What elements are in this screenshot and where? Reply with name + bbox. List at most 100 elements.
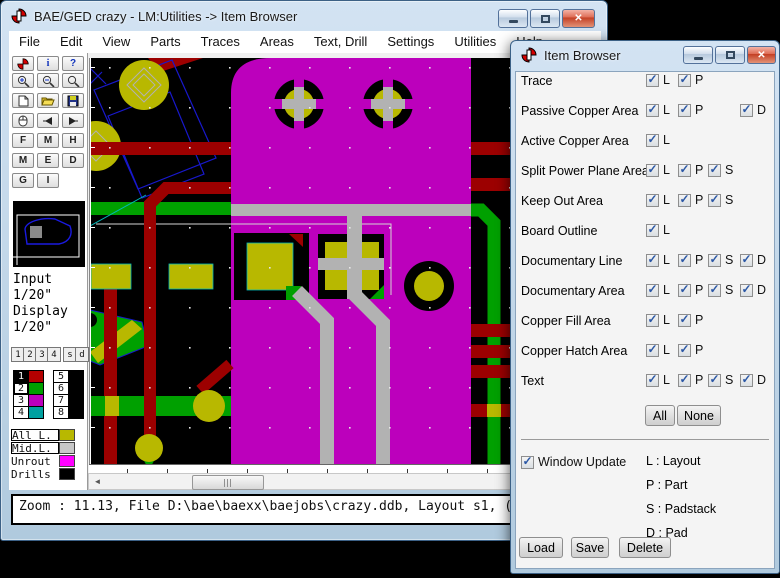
checkbox-l-copper-hatch-area[interactable] (646, 344, 659, 357)
checkbox-p-trace[interactable] (678, 74, 691, 87)
menu-text-drill[interactable]: Text, Drill (304, 31, 377, 53)
layer-color-swatch-7[interactable] (69, 395, 83, 406)
new-file-icon[interactable] (12, 93, 34, 108)
layer-number-2[interactable]: 2 (14, 383, 28, 394)
layer-class-label[interactable]: Mid.L. (11, 442, 59, 454)
checkbox-p-passive-copper-area[interactable] (678, 104, 691, 117)
delete-button[interactable]: Delete (619, 537, 671, 558)
checkbox-d-documentary-area[interactable] (740, 284, 753, 297)
menu-settings[interactable]: Settings (377, 31, 444, 53)
info-icon[interactable]: i (37, 56, 59, 71)
checkbox-l-active-copper-area[interactable] (646, 134, 659, 147)
checkbox-d-text[interactable] (740, 374, 753, 387)
layer-class-swatch[interactable] (59, 429, 75, 441)
checkbox-p-documentary-area[interactable] (678, 284, 691, 297)
checkbox-l-documentary-line[interactable] (646, 254, 659, 267)
layer-number-3[interactable]: 3 (14, 395, 28, 406)
layer-color-swatch-2[interactable] (29, 383, 43, 394)
layer-color-swatch-3[interactable] (29, 395, 43, 406)
checkbox-s-documentary-line[interactable] (708, 254, 721, 267)
checkbox-l-split-power-plane-area[interactable] (646, 164, 659, 177)
zoom-window-icon[interactable] (62, 73, 84, 88)
help-icon[interactable]: ? (62, 56, 84, 71)
checkbox-p-keep-out-area[interactable] (678, 194, 691, 207)
save-button[interactable]: Save (571, 537, 609, 558)
checkbox-p-copper-fill-area[interactable] (678, 314, 691, 327)
layer-color-swatch-6[interactable] (69, 383, 83, 394)
layer-number-7[interactable]: 7 (54, 395, 68, 406)
horizontal-scrollbar[interactable]: ◄ (88, 473, 511, 490)
tool-button-m2[interactable]: M (12, 153, 34, 168)
layer-number-4[interactable]: 4 (14, 407, 28, 418)
checkbox-l-board-outline[interactable] (646, 224, 659, 237)
checkbox-l-documentary-area[interactable] (646, 284, 659, 297)
checkbox-s-keep-out-area[interactable] (708, 194, 721, 207)
checkbox-p-documentary-line[interactable] (678, 254, 691, 267)
layer-class-label[interactable]: All L. (11, 429, 59, 441)
dialog-close-button[interactable]: ✕ (747, 46, 776, 64)
scrollbar-thumb[interactable] (192, 475, 264, 490)
overview-panel[interactable] (13, 201, 85, 267)
maximize-button[interactable] (530, 9, 560, 28)
open-file-icon[interactable] (37, 93, 59, 108)
layer-class-label[interactable]: Drills (11, 468, 59, 480)
checkbox-l-text[interactable] (646, 374, 659, 387)
layer-color-swatch-4[interactable] (29, 407, 43, 418)
layer-class-swatch[interactable] (59, 442, 75, 454)
grid-button-4[interactable]: 4 (47, 347, 61, 362)
dialog-minimize-button[interactable] (683, 46, 713, 64)
checkbox-s-text[interactable] (708, 374, 721, 387)
grid-button-d[interactable]: d (75, 347, 89, 362)
menu-edit[interactable]: Edit (50, 31, 92, 53)
layer-class-swatch[interactable] (59, 468, 75, 480)
layer-class-label[interactable]: Unrout (11, 455, 59, 467)
tool-button-d[interactable]: D (62, 153, 84, 168)
menu-utilities[interactable]: Utilities (444, 31, 506, 53)
layer-color-swatch-8[interactable] (69, 407, 83, 418)
checkbox-p-copper-hatch-area[interactable] (678, 344, 691, 357)
minimize-button[interactable] (498, 9, 528, 28)
prev-arrow-icon[interactable] (37, 113, 59, 128)
window-update-checkbox[interactable] (521, 456, 534, 469)
menu-traces[interactable]: Traces (191, 31, 250, 53)
checkbox-l-keep-out-area[interactable] (646, 194, 659, 207)
layer-number-1[interactable]: 1 (14, 371, 28, 382)
checkbox-d-passive-copper-area[interactable] (740, 104, 753, 117)
tool-button-m1[interactable]: M (37, 133, 59, 148)
pcb-canvas[interactable] (89, 58, 512, 464)
checkbox-l-copper-fill-area[interactable] (646, 314, 659, 327)
layer-color-swatch-1[interactable] (29, 371, 43, 382)
checkbox-p-text[interactable] (678, 374, 691, 387)
load-button[interactable]: Load (519, 537, 563, 558)
all-button[interactable]: All (645, 405, 675, 426)
checkbox-s-documentary-area[interactable] (708, 284, 721, 297)
tool-button-i[interactable]: I (37, 173, 59, 188)
tool-button-e[interactable]: E (37, 153, 59, 168)
menu-parts[interactable]: Parts (140, 31, 190, 53)
layer-number-6[interactable]: 6 (54, 383, 68, 394)
tool-button-f[interactable]: F (12, 133, 34, 148)
scroll-left-icon[interactable]: ◄ (89, 474, 106, 489)
save-file-icon[interactable] (62, 93, 84, 108)
mouse-icon[interactable] (12, 113, 34, 128)
checkbox-p-split-power-plane-area[interactable] (678, 164, 691, 177)
next-arrow-icon[interactable] (62, 113, 84, 128)
none-button[interactable]: None (677, 405, 721, 426)
bae-logo-button[interactable] (12, 56, 34, 71)
zoom-in-icon[interactable] (12, 73, 34, 88)
menu-view[interactable]: View (92, 31, 140, 53)
checkbox-s-split-power-plane-area[interactable] (708, 164, 721, 177)
checkbox-l-trace[interactable] (646, 74, 659, 87)
zoom-out-icon[interactable] (37, 73, 59, 88)
close-button[interactable]: ✕ (562, 9, 595, 28)
menu-areas[interactable]: Areas (250, 31, 304, 53)
layer-number-5[interactable]: 5 (54, 371, 68, 382)
layer-color-swatch-5[interactable] (69, 371, 83, 382)
tool-button-g[interactable]: G (12, 173, 34, 188)
menu-file[interactable]: File (9, 31, 50, 53)
tool-button-h[interactable]: H (62, 133, 84, 148)
checkbox-l-passive-copper-area[interactable] (646, 104, 659, 117)
layer-number-8[interactable]: 8 (54, 407, 68, 418)
dialog-maximize-button[interactable] (715, 46, 745, 64)
checkbox-d-documentary-line[interactable] (740, 254, 753, 267)
